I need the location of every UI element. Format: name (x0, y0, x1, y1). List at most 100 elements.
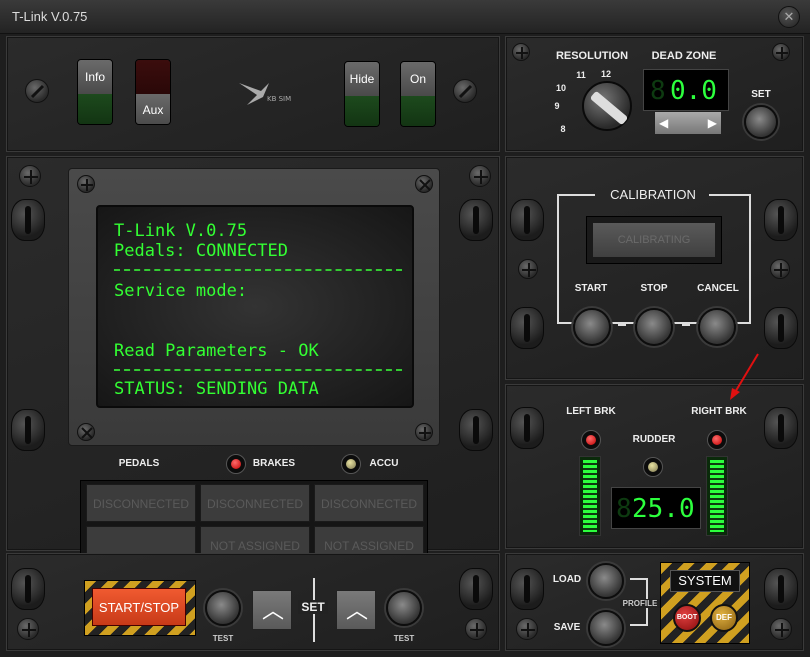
start-stop-label: START/STOP (98, 600, 180, 615)
set-up-right-button[interactable]: ︿ (336, 590, 376, 630)
screw-icon (415, 175, 433, 193)
lcd-divider (114, 369, 402, 371)
screw-icon (770, 618, 792, 640)
resolution-rotary-knob[interactable] (582, 81, 632, 131)
resolution-tick: 11 (576, 70, 586, 80)
set-label: SET (298, 600, 328, 614)
save-button[interactable] (588, 610, 624, 646)
aux-toggle-button[interactable]: Aux (135, 59, 171, 125)
info-button-label: Info (78, 60, 112, 94)
rudder-label: RUDDER (632, 434, 676, 445)
side-screw-icon (11, 568, 45, 610)
resolution-panel: RESOLUTION 12 11 10 9 8 DEAD ZONE 8 0.0 … (505, 36, 804, 152)
knob-pointer (589, 90, 629, 126)
side-screw-icon (459, 409, 493, 451)
resolution-tick: 9 (554, 101, 560, 111)
screw-icon (453, 79, 477, 103)
test-right-button[interactable] (386, 590, 422, 626)
side-screw-icon (459, 568, 493, 610)
brakes-label: BRAKES (252, 458, 296, 469)
screw-icon (469, 165, 491, 187)
calibration-cancel-label: CANCEL (697, 283, 739, 294)
screw-icon (772, 43, 790, 61)
title-bar: T-Link V.0.75 ✕ (0, 0, 810, 34)
calibration-cancel-button[interactable] (698, 308, 736, 346)
dead-zone-set-button[interactable] (744, 105, 778, 139)
rudder-led (643, 457, 663, 477)
right-arrow-icon[interactable]: ▶ (708, 116, 717, 130)
load-label: LOAD (552, 574, 582, 585)
hide-toggle-button[interactable]: Hide (344, 61, 380, 127)
profile-label: PROFILE (620, 599, 660, 608)
lcd-line: Service mode: (114, 281, 248, 301)
status-box: DISCONNECTED (314, 484, 424, 522)
chevron-up-icon: ︿ (345, 598, 368, 623)
def-label: DEF (716, 613, 732, 622)
resolution-tick: 10 (555, 83, 566, 93)
calibration-frame-top-left (557, 194, 595, 196)
side-screw-icon (459, 199, 493, 241)
def-button[interactable]: DEF (710, 604, 738, 632)
calibrating-label: CALIBRATING (593, 223, 715, 257)
left-arrow-icon[interactable]: ◀ (659, 116, 668, 130)
chevron-up-icon: ︿ (261, 598, 284, 623)
load-button[interactable] (588, 563, 624, 599)
screw-icon (17, 618, 39, 640)
right-brake-label: RIGHT BRK (691, 406, 747, 417)
right-brake-led (707, 430, 727, 450)
screw-icon (516, 618, 538, 640)
calibration-stop-label: STOP (640, 283, 668, 294)
side-screw-icon (11, 409, 45, 451)
dead-zone-value: 0.0 (670, 76, 717, 106)
lcd-screen: T-Link V.0.75 Pedals: CONNECTED Service … (96, 205, 414, 408)
save-label: SAVE (553, 622, 581, 633)
status-box: DISCONNECTED (86, 484, 196, 522)
dead-zone-label: DEAD ZONE (651, 50, 717, 62)
lcd-line: Pedals: CONNECTED (114, 241, 288, 261)
rudder-display: 8 25.0 (611, 487, 701, 529)
pedals-label: PEDALS (118, 458, 160, 469)
side-screw-icon (510, 307, 544, 349)
on-button-label: On (401, 62, 435, 96)
info-toggle-button[interactable]: Info (77, 59, 113, 125)
close-button[interactable]: ✕ (778, 6, 800, 28)
on-toggle-button[interactable]: On (400, 61, 436, 127)
dead-zone-stepper[interactable]: ◀ ▶ (654, 111, 722, 135)
screw-icon (77, 423, 95, 441)
brakes-led (226, 454, 246, 474)
lcd-line: T-Link V.0.75 (114, 221, 248, 241)
screw-icon (415, 423, 433, 441)
side-screw-icon (764, 199, 798, 241)
set-up-left-button[interactable]: ︿ (252, 590, 292, 630)
screw-icon (465, 618, 487, 640)
brand-text: KB SIM (267, 95, 291, 103)
left-brake-led (581, 430, 601, 450)
accu-label: ACCU (369, 458, 399, 469)
screw-icon (19, 165, 41, 187)
resolution-tick: 12 (600, 69, 611, 79)
hide-button-label: Hide (345, 62, 379, 96)
calibration-stop-button[interactable] (635, 308, 673, 346)
screw-icon (77, 175, 95, 193)
start-stop-button[interactable]: START/STOP (92, 588, 186, 626)
window-title: T-Link V.0.75 (12, 9, 88, 24)
right-brake-meter (706, 456, 728, 536)
close-icon: ✕ (783, 9, 795, 24)
screw-icon (25, 79, 49, 103)
boot-button[interactable]: BOOT (673, 604, 701, 632)
screw-icon (512, 43, 530, 61)
dash (682, 324, 690, 326)
lcd-divider (114, 269, 402, 271)
test-left-button[interactable] (205, 590, 241, 626)
boot-label: BOOT (676, 614, 698, 621)
side-screw-icon (510, 568, 544, 610)
left-brake-label: LEFT BRK (566, 406, 616, 417)
calibration-start-label: START (574, 283, 608, 294)
calibration-start-button[interactable] (573, 308, 611, 346)
aux-button-label: Aux (136, 94, 170, 124)
lcd-line: STATUS: SENDING DATA (114, 379, 319, 399)
top-left-panel: Info Aux KB SIM Hide On (6, 36, 500, 152)
system-title-box: SYSTEM (670, 570, 740, 592)
side-screw-icon (510, 199, 544, 241)
on-indicator (401, 96, 435, 126)
